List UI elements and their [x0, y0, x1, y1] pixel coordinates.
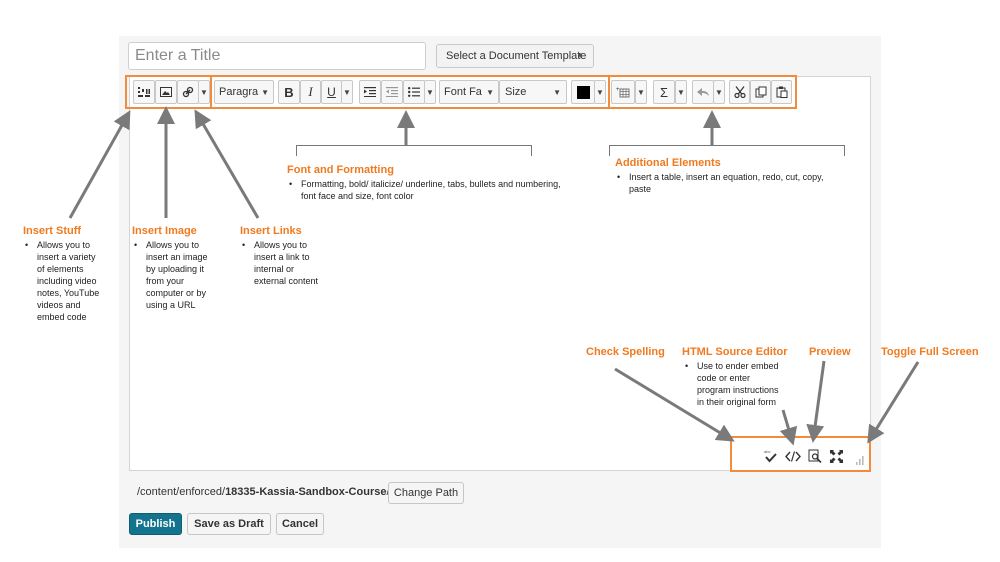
- cancel-label: Cancel: [281, 518, 319, 530]
- insert-links-description: Allows you toinsert a link tointernal or…: [240, 239, 340, 287]
- preview-title: Preview: [809, 346, 851, 358]
- check-spelling-title: Check Spelling: [586, 346, 665, 358]
- font-formatting-description: Formatting, bold/ italicize/ underline, …: [287, 178, 607, 202]
- insert-image-desc-text: Allows you toinsert an imageby uploading…: [132, 239, 224, 311]
- toggle-full-screen-title: Toggle Full Screen: [881, 346, 979, 358]
- insert-image-description: Allows you toinsert an imageby uploading…: [132, 239, 224, 311]
- cancel-button[interactable]: Cancel: [276, 513, 324, 535]
- path-prefix: /content/enforced/: [137, 486, 226, 498]
- font-formatting-title: Font and Formatting: [287, 164, 394, 176]
- publish-label: Publish: [135, 518, 176, 530]
- save-draft-label: Save as Draft: [194, 518, 264, 530]
- insert-stuff-desc-text: Allows you toinsert a varietyof elements…: [23, 239, 115, 323]
- html-source-description: Use to ender embedcode or enterprogram i…: [683, 360, 803, 408]
- change-path-button[interactable]: Change Path: [388, 482, 464, 504]
- insert-stuff-description: Allows you toinsert a varietyof elements…: [23, 239, 115, 323]
- html-source-desc-text: Use to ender embedcode or enterprogram i…: [683, 360, 803, 408]
- insert-links-title: Insert Links: [240, 225, 302, 237]
- insert-stuff-title: Insert Stuff: [23, 225, 82, 237]
- insert-links-desc-text: Allows you toinsert a link tointernal or…: [240, 239, 340, 287]
- path-course: 18335-Kassia-Sandbox-Course: [225, 486, 387, 498]
- insert-image-title: Insert Image: [132, 225, 197, 237]
- content-path: /content/enforced/18335-Kassia-Sandbox-C…: [137, 486, 390, 498]
- change-path-label: Change Path: [393, 487, 459, 499]
- additional-elements-description: Insert a table, insert an equation, redo…: [615, 171, 865, 195]
- additional-elements-desc-text: Insert a table, insert an equation, redo…: [615, 171, 865, 195]
- font-formatting-desc-text: Formatting, bold/ italicize/ underline, …: [287, 178, 607, 202]
- html-source-title: HTML Source Editor: [682, 346, 788, 358]
- additional-elements-title: Additional Elements: [615, 157, 721, 169]
- publish-button[interactable]: Publish: [129, 513, 182, 535]
- save-draft-button[interactable]: Save as Draft: [187, 513, 271, 535]
